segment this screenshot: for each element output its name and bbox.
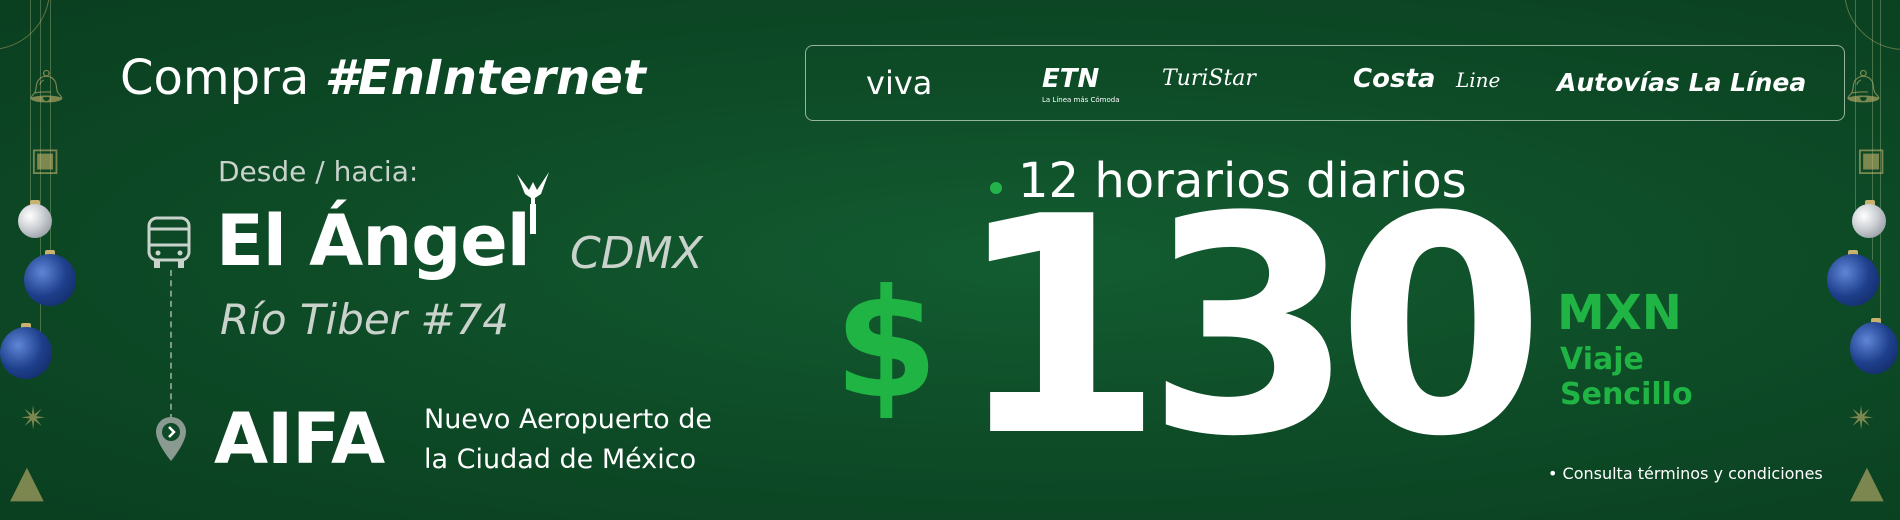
angel-monument-icon <box>513 168 553 242</box>
blue-ornament-icon <box>24 254 76 306</box>
promo-banner[interactable]: 🔔︎ ▣ ✴ ▲ 🔔︎ ▣ ✴ ▲ Compra #EnInternet Des… <box>0 0 1900 520</box>
headline-prefix: Compra <box>120 50 310 106</box>
location-pin-icon <box>154 415 188 467</box>
route-label: Desde / hacia: <box>218 155 419 188</box>
costa-logo: Costa <box>1353 64 1436 94</box>
destination-name: AIFA <box>214 398 385 480</box>
blue-ornament-icon <box>1827 254 1879 306</box>
etn-logo: ETN <box>1042 64 1100 94</box>
costa-line-logo: Line <box>1456 68 1501 92</box>
blue-ornament-icon <box>0 327 52 379</box>
ornament-string <box>1855 0 1856 210</box>
corner-ornament-left <box>0 0 50 50</box>
turistar-logo: TuriStar <box>1162 66 1256 91</box>
tree-icon: ▲ <box>1850 456 1884 507</box>
destination-description-line2: la Ciudad de México <box>424 444 697 475</box>
currency-symbol: $ <box>834 258 939 432</box>
etn-logo-tagline: La Línea más Cómoda <box>1042 96 1120 104</box>
ornament-string <box>40 0 41 360</box>
trip-type: Viaje Sencillo <box>1560 342 1760 412</box>
destination-description-line1: Nuevo Aeropuerto de <box>424 404 713 435</box>
bell-icon: 🔔︎ <box>1843 67 1884 105</box>
gift-icon: ▣ <box>30 140 61 178</box>
gift-icon: ▣ <box>1856 140 1887 178</box>
viva-logo: viva <box>866 64 933 102</box>
silver-ornament-icon <box>1852 204 1886 238</box>
price-value: 130 <box>955 153 1545 502</box>
origin-city: CDMX <box>570 228 703 279</box>
origin-name: El Ángel <box>216 200 531 282</box>
destination-description: Nuevo Aeropuerto de la Ciudad de México <box>424 400 724 480</box>
silver-ornament-icon <box>18 204 52 238</box>
terms-link[interactable]: • Consulta términos y condiciones <box>1548 464 1823 483</box>
tree-icon: ▲ <box>10 456 44 507</box>
trip-type-line1: Viaje <box>1560 342 1644 377</box>
headline-hashtag: #EnInternet <box>324 50 646 106</box>
ornament-string <box>30 0 31 210</box>
headline: Compra #EnInternet <box>120 50 646 106</box>
star-icon: ✴ <box>20 399 47 437</box>
trip-type-line2: Sencillo <box>1560 377 1693 412</box>
blue-ornament-icon <box>1850 322 1898 374</box>
autovias-logo: Autovías La Línea <box>1557 68 1807 97</box>
route-line <box>170 270 172 420</box>
bell-icon: 🔔︎ <box>26 67 67 105</box>
bus-icon <box>146 215 192 275</box>
star-icon: ✴ <box>1848 399 1875 437</box>
origin-address: Río Tiber #74 <box>220 295 509 344</box>
partner-logos: viva ETN La Línea más Cómoda TuriStar Co… <box>805 45 1845 121</box>
currency-code: MXN <box>1557 285 1682 341</box>
